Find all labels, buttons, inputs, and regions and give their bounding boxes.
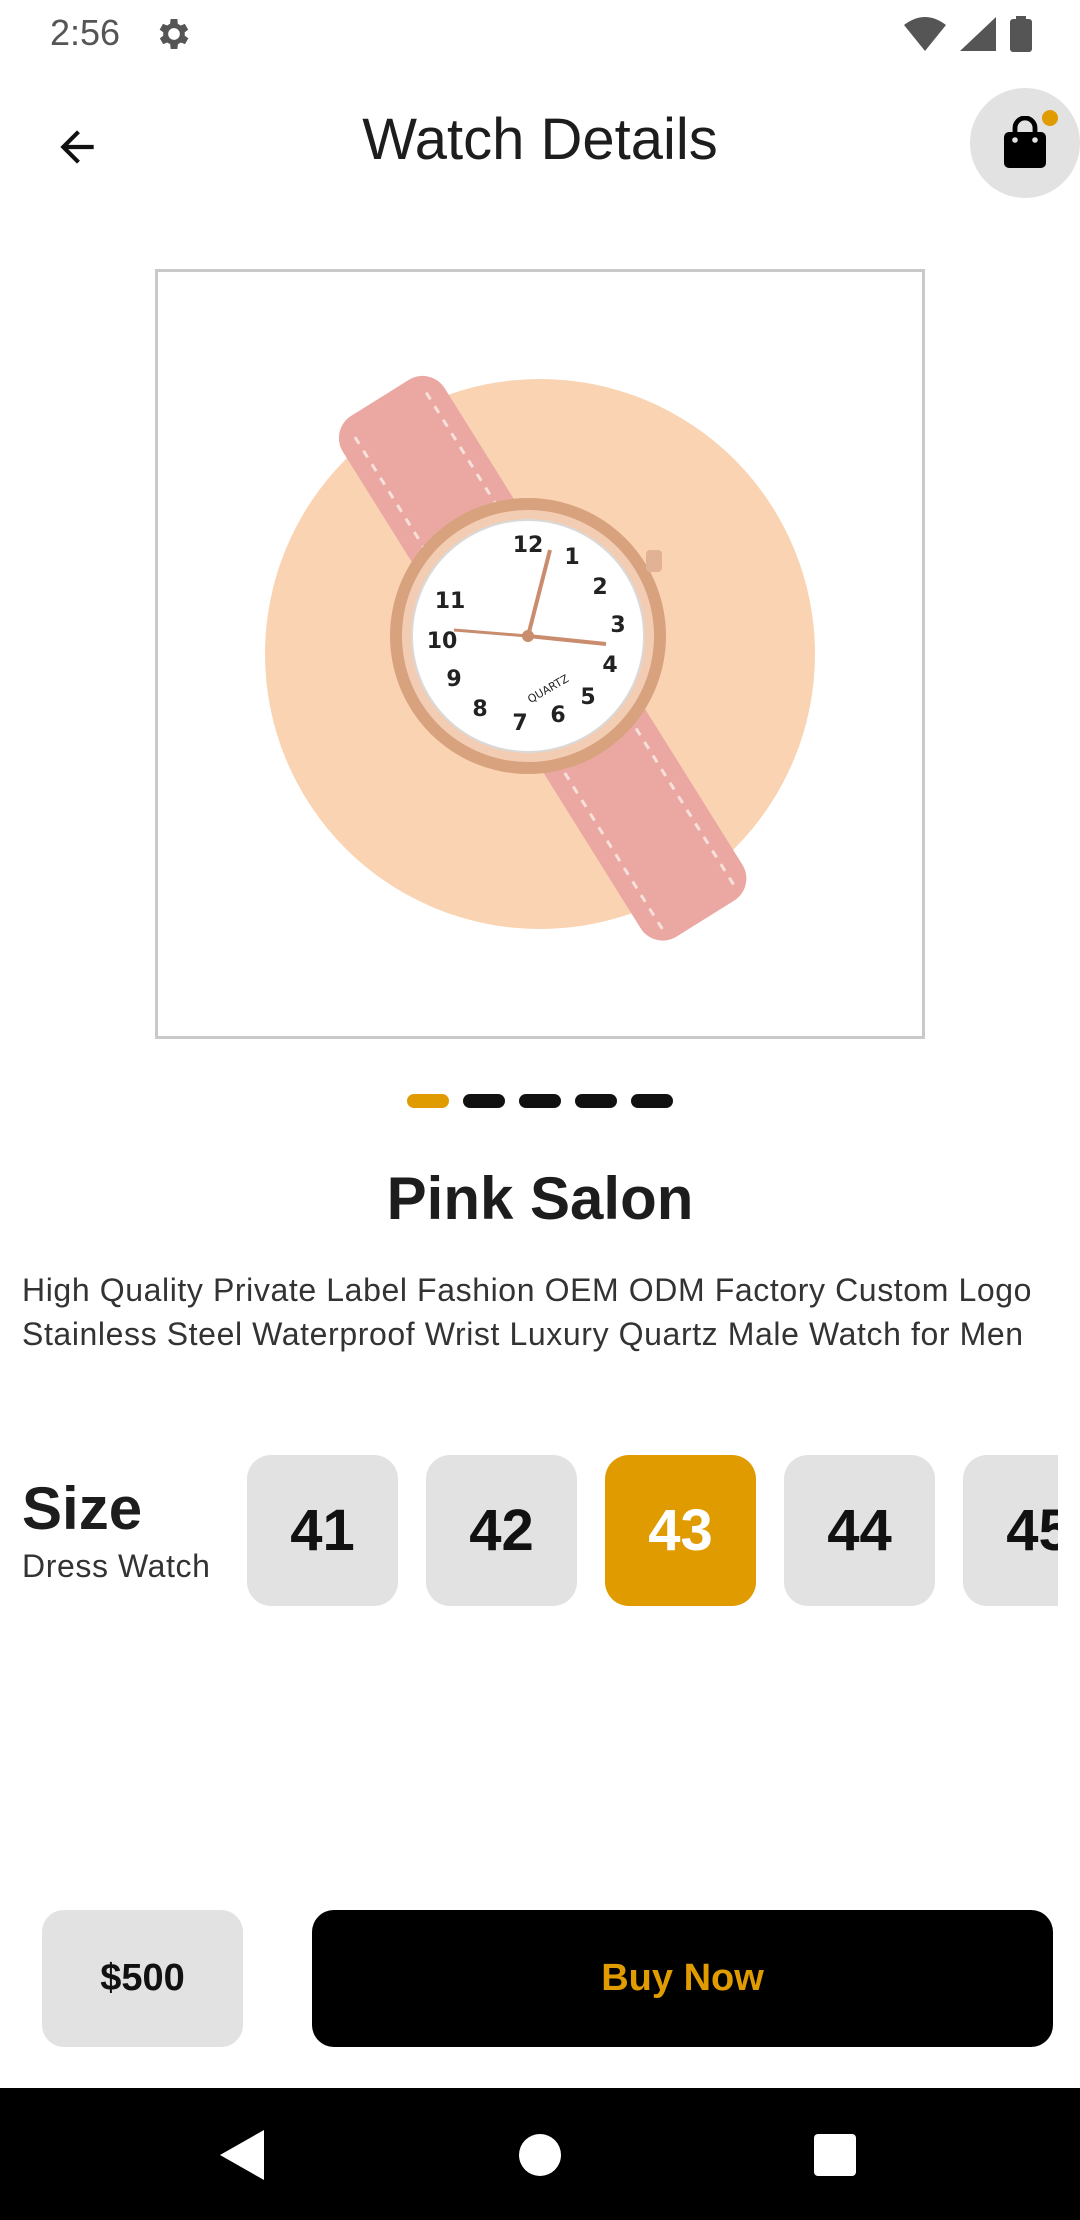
size-option-44[interactable]: 44	[784, 1455, 935, 1606]
gear-icon	[159, 19, 189, 49]
svg-text:7: 7	[512, 711, 527, 736]
svg-text:6: 6	[550, 703, 565, 728]
svg-text:10: 10	[427, 629, 458, 654]
svg-text:9: 9	[446, 667, 461, 692]
nav-recents-icon[interactable]	[814, 2134, 856, 2176]
product-name: Pink Salon	[386, 1165, 694, 1232]
buy-now-button[interactable]: Buy Now	[312, 1910, 1053, 2047]
size-sublabel: Dress Watch	[22, 1548, 211, 1584]
size-option-42[interactable]: 42	[426, 1455, 577, 1606]
status-bar: 2:56	[0, 0, 1080, 66]
svg-text:3: 3	[610, 613, 625, 638]
signal-icon	[960, 17, 996, 51]
page-title: Watch Details	[362, 107, 718, 172]
app-bar: Watch Details	[0, 66, 1080, 216]
wifi-icon	[904, 17, 946, 51]
svg-text:12: 12	[513, 533, 544, 558]
size-options: 41 42 43 44 45	[247, 1455, 1058, 1607]
product-image[interactable]: 12 1 2 3 4 5 6 7 8 9 10 11 QUARTZ	[155, 269, 925, 1039]
size-option-43[interactable]: 43	[605, 1455, 756, 1606]
carousel-dot[interactable]	[519, 1094, 561, 1108]
cart-badge	[1042, 110, 1058, 126]
svg-text:5: 5	[580, 685, 595, 710]
svg-text:8: 8	[472, 697, 487, 722]
status-time: 2:56	[50, 12, 121, 53]
carousel-dot[interactable]	[631, 1094, 673, 1108]
size-label: Size	[22, 1475, 143, 1542]
nav-home-icon[interactable]	[519, 2134, 561, 2176]
carousel-indicator	[0, 1094, 1080, 1108]
size-option-45[interactable]: 45	[963, 1455, 1058, 1606]
carousel-dot[interactable]	[575, 1094, 617, 1108]
svg-text:11: 11	[435, 589, 466, 614]
system-nav-bar	[0, 2088, 1080, 2220]
svg-text:4: 4	[602, 653, 617, 678]
product-description: High Quality Private Label Fashion OEM O…	[22, 1272, 1033, 1352]
status-icons	[904, 14, 1032, 54]
battery-icon	[1010, 16, 1032, 52]
svg-text:1: 1	[564, 545, 579, 570]
carousel-dot[interactable]	[407, 1094, 449, 1108]
nav-back-icon[interactable]	[220, 2130, 264, 2180]
cart-button[interactable]	[970, 88, 1080, 198]
shopping-bag-icon	[1004, 116, 1046, 168]
size-option-41[interactable]: 41	[247, 1455, 398, 1606]
carousel-dot[interactable]	[463, 1094, 505, 1108]
wristwatch-image: 12 1 2 3 4 5 6 7 8 9 10 11 QUARTZ	[265, 375, 815, 941]
svg-text:2: 2	[592, 575, 607, 600]
price-button[interactable]: $500	[42, 1910, 243, 2047]
